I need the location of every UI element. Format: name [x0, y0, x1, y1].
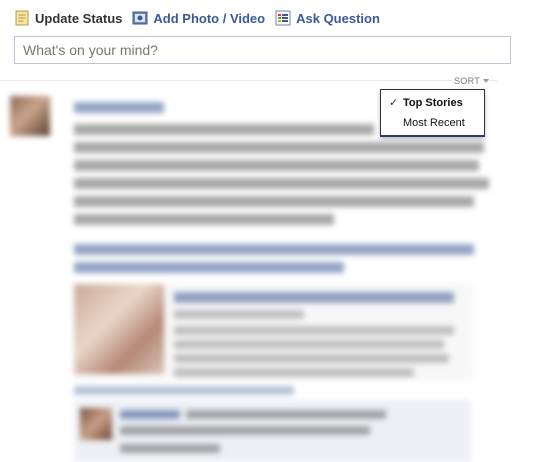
link-attachment-blur [74, 284, 474, 380]
feed-divider [0, 80, 497, 81]
attachment-text-blur [174, 368, 414, 377]
tab-ask-question[interactable]: Ask Question [275, 10, 380, 26]
composer-tabs: Update Status Add Photo / Video Ask Ques… [14, 8, 390, 28]
menu-item-most-recent[interactable]: Most Recent [381, 113, 484, 133]
sort-button[interactable]: SORT [452, 76, 490, 86]
tab-label: Ask Question [296, 10, 380, 26]
attachment-text-blur [174, 310, 304, 319]
story-text-blur [74, 124, 374, 135]
comment-text-blur [120, 444, 220, 453]
story-text-blur [74, 178, 489, 189]
story-text-blur [74, 160, 479, 171]
sort-label: SORT [454, 76, 481, 86]
avatar [10, 96, 50, 136]
attachment-text-blur [174, 354, 449, 363]
tab-label: Update Status [35, 10, 123, 26]
tab-label: Add Photo / Video [153, 10, 266, 26]
attachment-text-blur [174, 326, 454, 335]
camera-icon [132, 10, 148, 26]
comment-text-blur [120, 426, 370, 435]
attachment-text-blur [174, 340, 444, 349]
menu-item-top-stories[interactable]: ✓ Top Stories [381, 93, 484, 113]
story-link-blur [74, 262, 344, 273]
sort-menu: ✓ Top Stories Most Recent [380, 89, 485, 137]
story-text-blur [74, 142, 484, 153]
comment-blur [74, 400, 471, 462]
menu-item-label: Top Stories [403, 97, 463, 109]
status-input[interactable] [14, 36, 511, 64]
menu-item-label: Most Recent [403, 117, 465, 129]
comment-text-blur [186, 410, 386, 419]
story-text-blur [74, 196, 474, 207]
feed-story-blurred [0, 88, 533, 462]
question-list-icon [275, 10, 291, 26]
tab-add-photo-video[interactable]: Add Photo / Video [132, 10, 265, 26]
status-note-icon [14, 10, 30, 26]
story-text-blur [74, 214, 334, 225]
story-actions-blur [74, 386, 294, 395]
comment-author-blur [120, 410, 180, 419]
story-author-blur [74, 102, 164, 113]
caret-down-icon [483, 79, 490, 83]
checkmark-icon: ✓ [389, 97, 399, 109]
story-link-blur [74, 244, 474, 255]
attachment-title-blur [174, 292, 454, 303]
avatar [80, 408, 112, 440]
attachment-thumbnail [74, 284, 164, 374]
tab-update-status[interactable]: Update Status [14, 10, 122, 26]
